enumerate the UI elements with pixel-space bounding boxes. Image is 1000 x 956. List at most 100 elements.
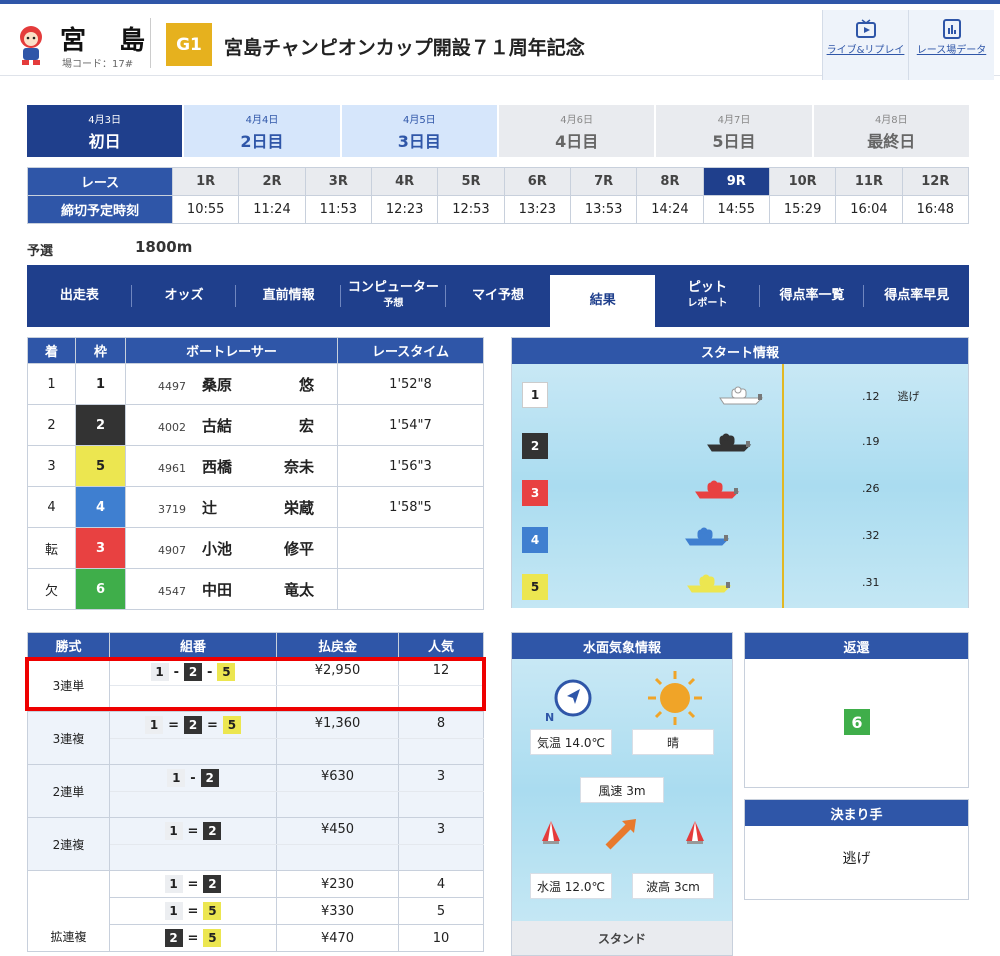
nav-tab-1[interactable]: 出走表 — [27, 265, 132, 327]
payout-pop: 3 — [398, 764, 484, 792]
race-tab-6R[interactable]: 6R — [503, 167, 571, 196]
racer-mei[interactable]: 栄蔵 — [254, 497, 314, 518]
nav-tab-8[interactable]: 得点率一覧 — [760, 265, 865, 327]
nav-tab-text: 出走表 — [60, 288, 99, 304]
combo-sep: = — [207, 718, 218, 733]
race-tab-9R[interactable]: 9R — [702, 167, 770, 196]
combo-sep: = — [187, 931, 199, 946]
race-tab-1R[interactable]: 1R — [171, 167, 240, 196]
col-bet-type: 勝式 — [27, 632, 110, 659]
kimarite-panel: 決まり手 逃げ — [744, 799, 969, 900]
day-tab-6[interactable]: 4月8日 最終日 — [813, 105, 969, 157]
boat-icon — [687, 574, 732, 593]
result-waku: 4 — [76, 487, 125, 527]
nav-tab-9[interactable]: 得点率早見 — [864, 265, 969, 327]
combo-waku: 5 — [222, 716, 241, 734]
nav-tab-text: 結果 — [590, 293, 616, 309]
racer-regno: 3719 — [158, 502, 186, 516]
day-tab-4[interactable]: 4月6日 4日目 — [498, 105, 655, 157]
boat-icon — [685, 527, 730, 546]
racer-regno: 4497 — [158, 379, 186, 393]
payout-pop: 3 — [398, 817, 484, 845]
race-tab-2R[interactable]: 2R — [238, 167, 306, 196]
tv-icon — [855, 19, 876, 38]
refund-title: 返還 — [745, 633, 968, 659]
racer-mei[interactable]: 竜太 — [254, 579, 314, 600]
combo-cell: 1 = 5 — [109, 897, 277, 925]
live-replay-button[interactable]: ライブ&リプレイ — [822, 10, 908, 80]
bet-type: 2連単 — [27, 764, 110, 818]
nav-tab-2[interactable]: オッズ — [132, 265, 237, 327]
combo-cell: 1 = 2 — [109, 817, 277, 845]
combo-waku: 2 — [203, 875, 222, 893]
race-tab-4R[interactable]: 4R — [370, 167, 439, 196]
payout-amount: ¥230 — [276, 870, 399, 898]
race-tab-3R[interactable]: 3R — [304, 167, 372, 196]
venue-data-button[interactable]: レース場データ — [908, 10, 994, 80]
start-note: 逃げ — [897, 390, 920, 403]
racer-cell: 4547 中田 竜太 — [125, 568, 338, 610]
mascot-logo — [20, 26, 42, 65]
nav-tab-label: マイ予想 — [472, 288, 525, 303]
racer-sei[interactable]: 西橋 — [202, 456, 254, 477]
nav-tab-label: 直前情報 — [262, 288, 315, 303]
race-row-label: レース — [27, 167, 173, 196]
nav-tab-label: 出走表 — [59, 288, 99, 303]
weather-panel: 水面気象情報 N 気温 14.0℃ 晴 風速 3m 水温 12.0℃ 波高 3c… — [511, 632, 733, 956]
race-deadline: 14:24 — [636, 195, 704, 224]
race-tab-10R[interactable]: 10R — [768, 167, 837, 196]
payout-pop: 8 — [398, 711, 484, 739]
col-racer: ボートレーサー — [125, 337, 338, 364]
day-tab-1[interactable]: 4月3日 初日 — [27, 105, 183, 157]
kimarite-title: 決まり手 — [745, 800, 968, 826]
bet-type: 拡連複 — [27, 870, 110, 952]
race-deadline: 11:53 — [304, 195, 372, 224]
nav-tab-5[interactable]: マイ予想 — [446, 265, 551, 327]
nav-tab-label: 得点率一覧 — [779, 288, 845, 303]
race-tab-12R[interactable]: 12R — [901, 167, 970, 196]
race-tab-7R[interactable]: 7R — [569, 167, 638, 196]
race-tab-11R[interactable]: 11R — [835, 167, 903, 196]
result-place: 4 — [27, 486, 76, 528]
nav-tab-3[interactable]: 直前情報 — [236, 265, 341, 327]
racer-mei[interactable]: 奈未 — [254, 456, 314, 477]
day-tab-date: 4月4日 — [245, 114, 279, 126]
combo-waku: 1 — [164, 902, 183, 920]
nav-tab-sub: レポート — [687, 298, 728, 309]
racer-mei[interactable]: 修平 — [254, 538, 314, 559]
racer-sei[interactable]: 古結 — [202, 415, 254, 436]
weather-condition: 晴 — [632, 729, 714, 755]
wind-direction-icon — [554, 679, 592, 717]
racer-sei[interactable]: 桑原 — [202, 374, 254, 395]
header-divider — [150, 18, 151, 68]
result-row: 2 2 4002 古結宏 1'54"7 — [27, 404, 484, 446]
weather-water-area: N 気温 14.0℃ 晴 風速 3m 水温 12.0℃ 波高 3cm — [512, 659, 732, 921]
race-nav-tabs: 出走表 オッズ 直前情報 コンピューター 予想 マイ予想 結果 ピット レポート 得点率一覧 得点率… — [27, 265, 969, 327]
start-info-title: スタート情報 — [512, 338, 968, 364]
day-tab-3[interactable]: 4月5日 3日目 — [341, 105, 497, 157]
nav-tab-4[interactable]: コンピューター 予想 — [341, 265, 446, 327]
racer-sei[interactable]: 小池 — [202, 538, 254, 559]
buoy-left-icon — [542, 821, 560, 844]
racer-sei[interactable]: 中田 — [202, 579, 254, 600]
result-place: 3 — [27, 445, 76, 487]
start-waku-badge: 3 — [522, 480, 548, 506]
result-time: 1'58"5 — [337, 486, 484, 528]
results-table: 着 枠 ボートレーサー レースタイム 1 1 4497 桑原悠 1'52"8 2 2… — [27, 337, 484, 610]
start-water-area: 1 .12 逃げ 2 .19 3 .26 4 .32 5 .31 — [512, 364, 968, 608]
racer-mei[interactable]: 悠 — [254, 374, 314, 395]
racer-cell: 4497 桑原悠 — [125, 363, 338, 405]
race-tab-5R[interactable]: 5R — [437, 167, 505, 196]
racer-regno: 4547 — [158, 584, 186, 598]
nav-tab-6[interactable]: 結果 — [550, 275, 656, 327]
nav-tab-7[interactable]: ピット レポート — [655, 265, 760, 327]
racer-mei[interactable]: 宏 — [254, 415, 314, 436]
combo-cell: 1 = 2 — [109, 870, 277, 898]
boat-icon — [719, 386, 764, 405]
day-tab-2[interactable]: 4月4日 2日目 — [184, 105, 340, 157]
result-row: 1 1 4497 桑原悠 1'52"8 — [27, 363, 484, 405]
result-waku: 2 — [76, 405, 125, 445]
day-tab-5[interactable]: 4月7日 5日目 — [656, 105, 812, 157]
race-tab-8R[interactable]: 8R — [636, 167, 704, 196]
racer-sei[interactable]: 辻 — [202, 497, 254, 518]
